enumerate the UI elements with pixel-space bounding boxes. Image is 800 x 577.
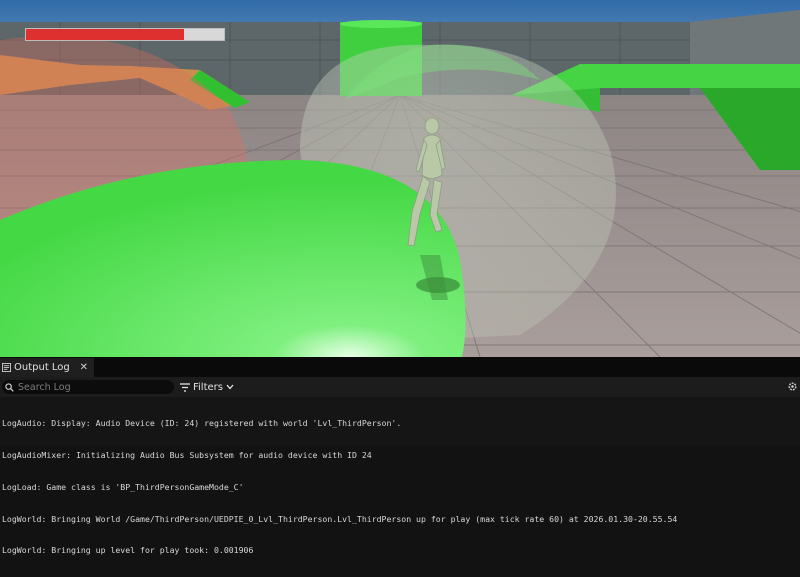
search-icon xyxy=(5,382,14,392)
tab-output-log[interactable]: Output Log ✕ xyxy=(0,358,94,377)
health-bar-fill xyxy=(26,29,185,40)
log-output[interactable]: LogAudio: Display: Audio Device (ID: 24)… xyxy=(2,397,798,577)
filters-button[interactable]: Filters xyxy=(180,380,234,394)
log-line: LogLoad: Game class is 'BP_ThirdPersonGa… xyxy=(2,481,244,492)
search-input[interactable] xyxy=(14,381,168,393)
output-log-panel: Output Log ✕ Filters xyxy=(0,357,800,555)
viewport-scene xyxy=(0,0,800,357)
game-viewport[interactable] xyxy=(0,0,800,357)
log-tab-bar: Output Log ✕ xyxy=(0,357,800,377)
health-bar xyxy=(25,28,225,41)
output-log-icon xyxy=(2,363,11,372)
log-line: LogWorld: Bringing up level for play too… xyxy=(2,545,254,556)
log-line: LogWorld: Bringing World /Game/ThirdPers… xyxy=(2,513,678,524)
chevron-down-icon xyxy=(226,384,234,390)
close-icon[interactable]: ✕ xyxy=(80,362,88,373)
filter-icon xyxy=(180,382,190,392)
gear-icon[interactable] xyxy=(787,381,798,392)
log-line: LogAudio: Display: Audio Device (ID: 24)… xyxy=(2,418,402,429)
log-line: LogAudioMixer: Initializing Audio Bus Su… xyxy=(2,449,372,460)
filters-label: Filters xyxy=(193,381,223,393)
tab-label: Output Log xyxy=(14,362,70,373)
log-toolbar: Filters xyxy=(0,377,800,397)
search-box[interactable] xyxy=(2,380,174,394)
